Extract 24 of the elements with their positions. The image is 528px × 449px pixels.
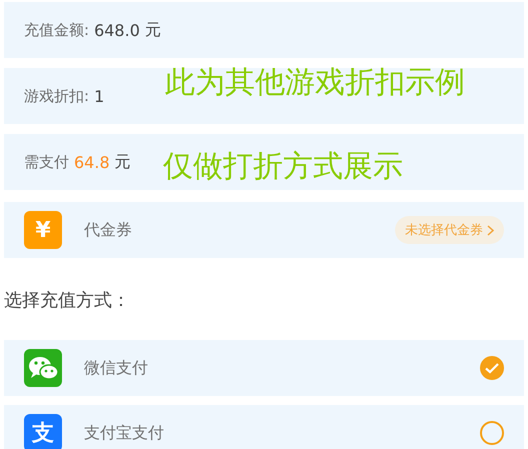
voucher-row[interactable]: ¥ 代金券 未选择代金券: [4, 202, 524, 258]
radio-button[interactable]: [480, 356, 504, 380]
chevron-right-icon: [487, 224, 494, 236]
currency-unit: 元: [114, 152, 131, 172]
summary-value: 648.0: [94, 20, 140, 40]
payment-label: 支付宝支付: [84, 422, 165, 444]
chat-bubbles-icon: [24, 349, 62, 387]
payment-option[interactable]: 支 支付宝支付: [4, 405, 524, 449]
annotation-text: 仅做打折方式展示: [163, 148, 403, 186]
payment-option[interactable]: 微信支付: [4, 340, 524, 396]
summary-label: 游戏折扣:: [24, 86, 90, 106]
summary-value: 1: [94, 86, 104, 106]
voucher-ticket-icon: ¥: [24, 211, 62, 249]
annotation-text: 此为其他游戏折扣示例: [165, 64, 465, 102]
summary-label: 充值金额:: [24, 20, 90, 40]
checkmark-icon: [485, 362, 499, 374]
payment-logo-icon: 支: [24, 414, 62, 449]
radio-button[interactable]: [480, 421, 504, 445]
summary-value: 64.8: [74, 152, 110, 172]
voucher-label: 代金券: [84, 220, 133, 240]
currency-unit: 元: [144, 20, 161, 40]
section-heading: 选择充值方式：: [4, 289, 131, 312]
payment-label: 微信支付: [84, 358, 149, 378]
summary-label: 需支付: [24, 152, 69, 172]
